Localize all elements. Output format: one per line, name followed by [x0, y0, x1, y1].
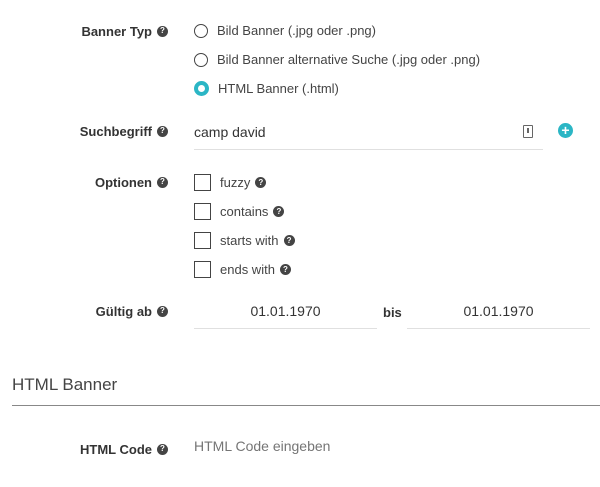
gueltig-ab-label: Gültig ab ?	[96, 303, 168, 319]
checkbox-starts-with[interactable]: starts with ?	[194, 232, 295, 249]
suchbegriff-value: camp david	[194, 124, 266, 140]
suchbegriff-label-text: Suchbegriff	[79, 123, 152, 139]
radio-label: Bild Banner alternative Suche (.jpg oder…	[217, 52, 481, 67]
checkbox-fuzzy[interactable]: fuzzy ?	[194, 174, 267, 191]
checkbox-icon	[194, 232, 211, 249]
help-icon[interactable]: ?	[157, 176, 168, 188]
radio-html-banner[interactable]: HTML Banner (.html)	[194, 81, 339, 96]
help-icon[interactable]: ?	[157, 125, 168, 137]
radio-label: HTML Banner (.html)	[218, 81, 339, 96]
contact-card-icon[interactable]	[523, 125, 533, 138]
radio-label: Bild Banner (.jpg oder .png)	[217, 23, 376, 38]
radio-icon	[194, 23, 208, 38]
help-icon[interactable]: ?	[255, 177, 267, 188]
section-title: HTML Banner	[12, 375, 118, 394]
optionen-label: Optionen ?	[95, 174, 168, 190]
radio-bild-banner-alt[interactable]: Bild Banner alternative Suche (.jpg oder…	[194, 52, 480, 67]
checkbox-contains[interactable]: contains ?	[194, 203, 285, 220]
checkbox-icon	[194, 203, 211, 220]
add-search-term-button[interactable]: +	[558, 123, 573, 138]
date-from-input[interactable]: 01.01.1970	[194, 300, 377, 329]
html-code-label-text: HTML Code	[80, 441, 152, 457]
checkbox-label: ends with	[220, 262, 275, 277]
gueltig-ab-label-text: Gültig ab	[95, 303, 152, 319]
suchbegriff-label: Suchbegriff ?	[80, 123, 168, 139]
date-from-value: 01.01.1970	[250, 303, 321, 319]
checkbox-label: starts with	[220, 233, 279, 248]
date-separator: bis	[383, 305, 402, 320]
html-code-input[interactable]	[190, 436, 598, 480]
date-to-input[interactable]: 01.01.1970	[407, 300, 590, 329]
help-icon[interactable]: ?	[283, 235, 295, 246]
checkbox-ends-with[interactable]: ends with ?	[194, 261, 291, 278]
checkbox-icon	[194, 174, 211, 191]
optionen-label-text: Optionen	[94, 174, 152, 190]
date-to-value: 01.01.1970	[463, 303, 534, 319]
help-icon[interactable]: ?	[279, 264, 291, 275]
checkbox-label: contains	[220, 204, 269, 219]
section-divider	[12, 405, 600, 406]
banner-typ-label: Banner Typ ?	[81, 23, 168, 39]
plus-circle-icon: +	[561, 122, 570, 138]
help-icon[interactable]: ?	[157, 25, 168, 37]
html-code-label: HTML Code ?	[80, 441, 168, 457]
banner-typ-label-text: Banner Typ	[81, 23, 152, 39]
checkbox-icon	[194, 261, 211, 278]
help-icon[interactable]: ?	[273, 206, 285, 217]
checkbox-label: fuzzy	[220, 175, 251, 190]
radio-bild-banner[interactable]: Bild Banner (.jpg oder .png)	[194, 23, 376, 38]
help-icon[interactable]: ?	[157, 443, 168, 455]
radio-icon	[194, 52, 208, 67]
radio-selected-icon	[194, 81, 209, 96]
suchbegriff-input[interactable]: camp david	[194, 120, 543, 150]
help-icon[interactable]: ?	[157, 305, 168, 317]
